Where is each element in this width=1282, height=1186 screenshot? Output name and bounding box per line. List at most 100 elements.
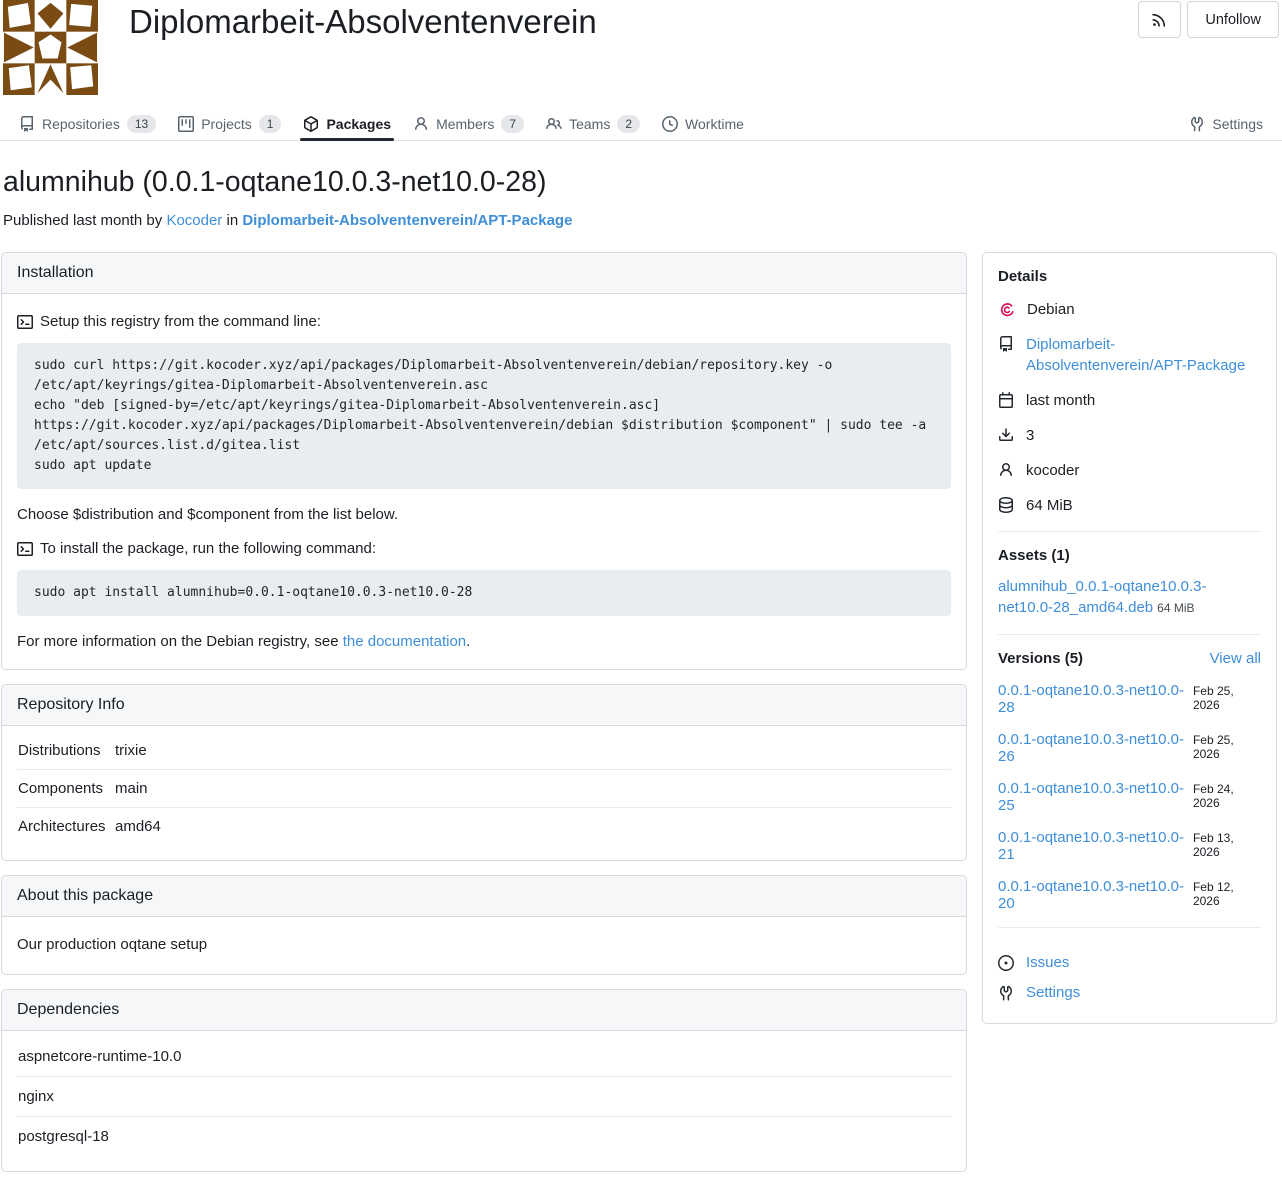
tab-count-badge: 1: [259, 115, 282, 133]
installation-header: Installation: [2, 253, 966, 294]
package-settings-link[interactable]: Settings: [1026, 984, 1080, 1001]
version-row: 0.0.1-oqtane10.0.3-net10.0-26 Feb 25, 20…: [998, 731, 1261, 765]
assets-section: Assets (1) alumnihub_0.0.1-oqtane10.0.3-…: [998, 531, 1261, 619]
tab-label: Projects: [201, 116, 252, 132]
tab-worktime[interactable]: Worktime: [651, 108, 755, 140]
version-link[interactable]: 0.0.1-oqtane10.0.3-net10.0-21: [998, 829, 1193, 863]
documentation-link[interactable]: the documentation: [343, 633, 466, 650]
terminal-icon: [17, 314, 33, 330]
version-date: Feb 25, 2026: [1193, 733, 1261, 761]
dependency-row: nginx: [17, 1077, 951, 1117]
version-row: 0.0.1-oqtane10.0.3-net10.0-28 Feb 25, 20…: [998, 682, 1261, 716]
info-row-distributions: Distributions trixie: [17, 732, 951, 770]
org-tab-bar: Repositories 13 Projects 1 Packages Memb…: [0, 108, 1282, 141]
details-repo-link[interactable]: Diplomarbeit-Absolventenverein/APT-Packa…: [1026, 334, 1261, 376]
asset-item: alumnihub_0.0.1-oqtane10.0.3-net10.0-28_…: [998, 576, 1261, 619]
tab-projects[interactable]: Projects 1: [167, 108, 292, 140]
setup-registry-label: Setup this registry from the command lin…: [17, 313, 951, 330]
dependencies-header: Dependencies: [2, 990, 966, 1031]
info-row-components: Components main: [17, 770, 951, 808]
about-header: About this package: [2, 876, 966, 917]
wrench-icon: [1189, 116, 1205, 132]
info-row-architectures: Architectures amd64: [17, 808, 951, 845]
tab-settings[interactable]: Settings: [1178, 108, 1274, 140]
package-size-row: 64 MiB: [998, 495, 1261, 516]
versions-header: Versions (5): [998, 650, 1083, 667]
tab-repositories[interactable]: Repositories 13: [8, 108, 167, 140]
issues-link[interactable]: Issues: [1026, 954, 1069, 971]
versions-section: Versions (5) View all 0.0.1-oqtane10.0.3…: [998, 634, 1261, 912]
publisher-link[interactable]: Kocoder: [166, 212, 222, 229]
package-type-row: Debian: [998, 299, 1261, 320]
info-value: main: [115, 780, 148, 797]
about-panel: About this package Our production oqtane…: [1, 875, 967, 975]
version-row: 0.0.1-oqtane10.0.3-net10.0-21 Feb 13, 20…: [998, 829, 1261, 863]
choose-distribution-note: Choose $distribution and $component from…: [17, 506, 951, 523]
version-date: Feb 25, 2026: [1193, 684, 1261, 712]
info-value: amd64: [115, 818, 161, 835]
assets-header: Assets (1): [998, 547, 1261, 564]
repository-info-panel: Repository Info Distributions trixie Com…: [1, 684, 967, 861]
version-row: 0.0.1-oqtane10.0.3-net10.0-20 Feb 12, 20…: [998, 878, 1261, 912]
package-sidebar: Details Debian Diplomarbeit-Absolventenv…: [982, 252, 1277, 1024]
publisher-row: kocoder: [998, 460, 1261, 481]
more-info-note: For more information on the Debian regis…: [17, 633, 951, 650]
tab-teams[interactable]: Teams 2: [535, 108, 651, 140]
version-link[interactable]: 0.0.1-oqtane10.0.3-net10.0-28: [998, 682, 1193, 716]
details-section: Details Debian Diplomarbeit-Absolventenv…: [998, 268, 1261, 516]
version-link[interactable]: 0.0.1-oqtane10.0.3-net10.0-26: [998, 731, 1193, 765]
unfollow-button[interactable]: Unfollow: [1187, 1, 1279, 38]
tab-label: Settings: [1212, 116, 1263, 132]
tab-members[interactable]: Members 7: [402, 108, 535, 140]
clock-icon: [662, 116, 678, 132]
org-avatar[interactable]: [0, 0, 101, 95]
version-link[interactable]: 0.0.1-oqtane10.0.3-net10.0-20: [998, 878, 1193, 912]
info-label: Distributions: [18, 742, 115, 759]
settings-row: Settings: [998, 984, 1261, 1001]
published-line: Published last month by Kocoder in Diplo…: [3, 212, 1282, 229]
dependency-row: aspnetcore-runtime-10.0: [17, 1037, 951, 1077]
dependency-row: postgresql-18: [17, 1117, 951, 1156]
org-header: Diplomarbeit-Absolventenverein Unfollow: [0, 0, 1282, 95]
terminal-icon: [17, 541, 33, 557]
published-date-row: last month: [998, 390, 1261, 411]
tab-label: Worktime: [685, 116, 744, 132]
tab-label: Repositories: [42, 116, 120, 132]
asset-size: 64 MiB: [1157, 601, 1194, 615]
tab-count-badge: 13: [127, 115, 156, 133]
project-icon: [178, 116, 194, 132]
tab-label: Teams: [569, 116, 610, 132]
repository-info-header: Repository Info: [2, 685, 966, 726]
tab-label: Members: [436, 116, 494, 132]
info-label: Architectures: [18, 818, 115, 835]
install-package-label: To install the package, run the followin…: [17, 540, 951, 557]
issue-icon: [998, 955, 1014, 971]
version-link[interactable]: 0.0.1-oqtane10.0.3-net10.0-25: [998, 780, 1193, 814]
issues-row: Issues: [998, 954, 1261, 971]
installation-panel: Installation Setup this registry from th…: [1, 252, 967, 670]
download-icon: [998, 427, 1014, 443]
database-icon: [998, 497, 1014, 513]
registry-setup-code[interactable]: sudo curl https://git.kocoder.xyz/api/pa…: [17, 343, 951, 489]
page-title: alumnihub (0.0.1-oqtane10.0.3-net10.0-28…: [3, 166, 1282, 199]
package-icon: [303, 116, 319, 132]
package-description: Our production oqtane setup: [17, 936, 951, 953]
sidebar-actions-section: Issues Settings: [998, 927, 1261, 1001]
version-row: 0.0.1-oqtane10.0.3-net10.0-25 Feb 24, 20…: [998, 780, 1261, 814]
install-command-code[interactable]: sudo apt install alumnihub=0.0.1-oqtane1…: [17, 570, 951, 616]
dependencies-panel: Dependencies aspnetcore-runtime-10.0 ngi…: [1, 989, 967, 1172]
rss-feed-button[interactable]: [1138, 1, 1181, 38]
calendar-icon: [998, 392, 1014, 408]
info-label: Components: [18, 780, 115, 797]
package-repo-row: Diplomarbeit-Absolventenverein/APT-Packa…: [998, 334, 1261, 376]
view-all-versions-link[interactable]: View all: [1210, 650, 1261, 667]
wrench-icon: [998, 985, 1014, 1001]
repo-icon: [998, 336, 1014, 352]
tab-packages[interactable]: Packages: [292, 108, 402, 140]
published-connector: in: [226, 212, 238, 229]
version-date: Feb 13, 2026: [1193, 831, 1261, 859]
person-icon: [998, 462, 1014, 478]
details-header: Details: [998, 268, 1261, 285]
package-repo-link[interactable]: Diplomarbeit-Absolventenverein/APT-Packa…: [242, 212, 572, 229]
tab-count-badge: 7: [501, 115, 524, 133]
